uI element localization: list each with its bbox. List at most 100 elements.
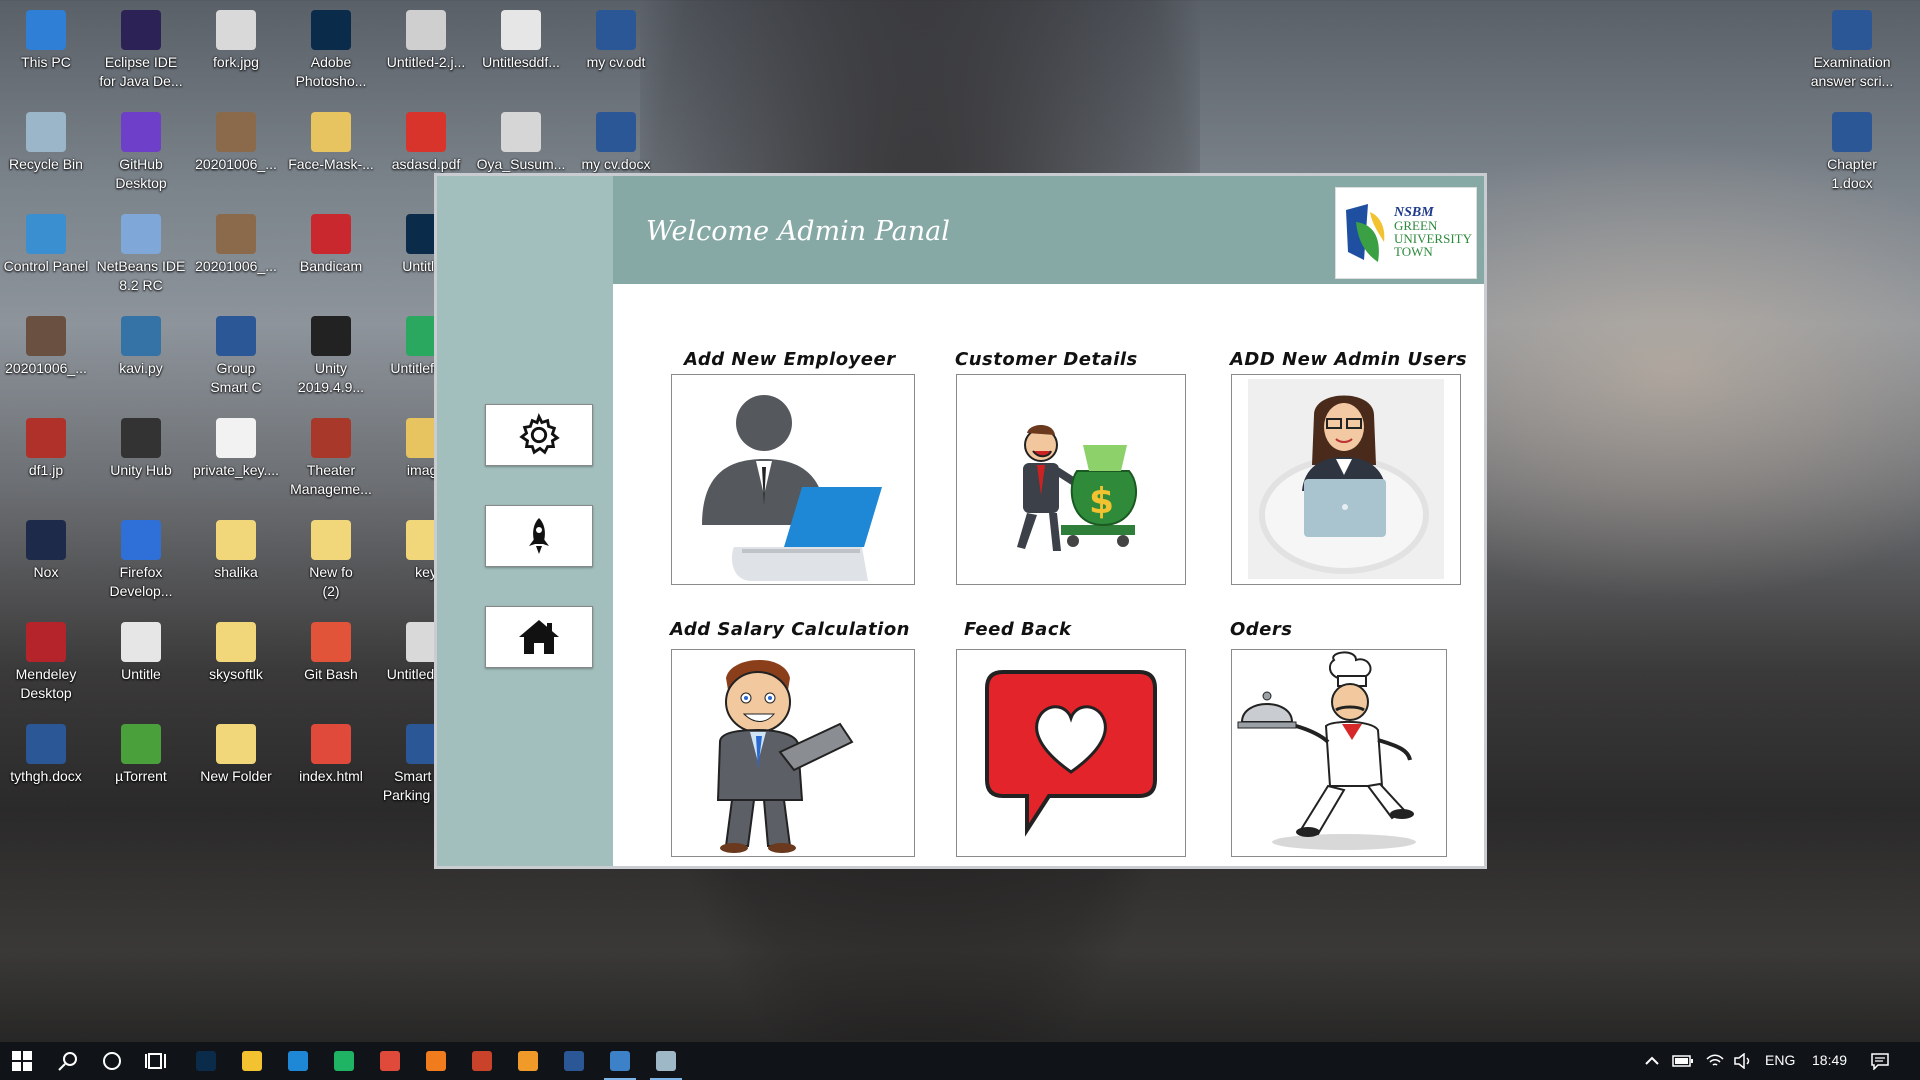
- file-icon: [596, 10, 636, 50]
- orders-card[interactable]: [1231, 649, 1447, 857]
- desktop-icon-examination-answer-scri[interactable]: Examination answer scri...: [1806, 6, 1898, 91]
- file-icon: [121, 520, 161, 560]
- desktop-icon-torrent[interactable]: µTorrent: [95, 720, 187, 786]
- clock[interactable]: 18:49: [1812, 1052, 1847, 1068]
- desktop-icon-skysoftlk[interactable]: skysoftlk: [190, 618, 282, 684]
- cortana-button[interactable]: [90, 1042, 134, 1080]
- desktop-icon-untitlesddf[interactable]: Untitlesddf...: [475, 6, 567, 72]
- home-button[interactable]: [485, 606, 593, 668]
- desktop-icon-new-fo-2[interactable]: New fo (2): [285, 516, 377, 601]
- language-indicator[interactable]: ENG: [1765, 1052, 1795, 1068]
- desktop-icon-eclipse-ide-for-java-de[interactable]: Eclipse IDE for Java De...: [95, 6, 187, 91]
- header: Welcome Admin Panal NSBM GREEN UNIVERSIT…: [613, 176, 1484, 284]
- desktop-icon-untitled-2-j[interactable]: Untitled-2.j...: [380, 6, 472, 72]
- file-icon: [216, 10, 256, 50]
- salary-calculation-card[interactable]: [671, 649, 915, 857]
- desktop-icon-20201006[interactable]: 20201006_...: [190, 210, 282, 276]
- battery-icon[interactable]: [1672, 1055, 1694, 1067]
- add-admin-card[interactable]: [1231, 374, 1461, 585]
- desktop-icon-recycle-bin[interactable]: Recycle Bin: [0, 108, 92, 174]
- chrome-icon: [380, 1051, 400, 1071]
- desktop-icon-github-desktop[interactable]: GitHub Desktop: [95, 108, 187, 193]
- desktop-icon-asdasd-pdf[interactable]: asdasd.pdf: [380, 108, 472, 174]
- taskbar-app-word[interactable]: [552, 1042, 596, 1080]
- file-icon: [121, 316, 161, 356]
- desktop-icon-label: df1.jp: [28, 462, 64, 478]
- clipboard-man-icon: [716, 659, 854, 853]
- feedback-title: Feed Back: [964, 619, 1072, 640]
- desktop-icon-untitle[interactable]: Untitle: [95, 618, 187, 684]
- desktop-icon-label: Git Bash: [304, 666, 358, 682]
- employee-laptop-icon: [702, 395, 882, 581]
- add-employee-title: Add New Employeer: [684, 349, 896, 370]
- wifi-icon[interactable]: [1705, 1053, 1725, 1069]
- desktop-icon-label: Mendeley Desktop: [15, 666, 77, 701]
- desktop-icon-chapter-1-docx[interactable]: Chapter 1.docx: [1806, 108, 1898, 193]
- desktop-icon-index-html[interactable]: index.html: [285, 720, 377, 786]
- desktop-icon-20201006[interactable]: 20201006_...: [190, 108, 282, 174]
- desktop-icon-face-mask[interactable]: Face-Mask-...: [285, 108, 377, 174]
- taskbar-app-xampp[interactable]: [414, 1042, 458, 1080]
- desktop-icon-label: 20201006_...: [195, 156, 277, 172]
- desktop-icon-df1-jp[interactable]: df1.jp: [0, 414, 92, 480]
- desktop-icon-label: 20201006_...: [195, 258, 277, 274]
- desktop-icon-private-key[interactable]: private_key....: [190, 414, 282, 480]
- desktop-icon-theater-manageme[interactable]: Theater Manageme...: [285, 414, 377, 499]
- desktop-icon-bandicam[interactable]: Bandicam: [285, 210, 377, 276]
- desktop-icon-label: Recycle Bin: [9, 156, 83, 172]
- taskbar-app-file-explorer[interactable]: [230, 1042, 274, 1080]
- desktop-icon-shalika[interactable]: shalika: [190, 516, 282, 582]
- file-icon: [311, 724, 351, 764]
- start-button[interactable]: [0, 1042, 44, 1080]
- desktop-icon-label: 20201006_...: [5, 360, 87, 376]
- svg-text:$: $: [1089, 481, 1114, 522]
- taskbar-app-virtualbox[interactable]: [598, 1042, 642, 1080]
- desktop-icon-mendeley-desktop[interactable]: Mendeley Desktop: [0, 618, 92, 703]
- file-icon: [121, 112, 161, 152]
- volume-icon[interactable]: [1733, 1053, 1753, 1069]
- taskbar-app-photoshop[interactable]: [184, 1042, 228, 1080]
- desktop-icon-netbeans-ide-8-2-rc[interactable]: NetBeans IDE 8.2 RC: [95, 210, 187, 295]
- desktop-icon-oya-susum[interactable]: Oya_Susum...: [475, 108, 567, 174]
- desktop-icon-tythgh-docx[interactable]: tythgh.docx: [0, 720, 92, 786]
- desktop-icon-adobe-photosho[interactable]: Adobe Photosho...: [285, 6, 377, 91]
- desktop-icon-unity-2019-4-9[interactable]: Unity 2019.4.9...: [285, 312, 377, 397]
- task-view-button[interactable]: [134, 1042, 178, 1080]
- notification-icon[interactable]: [1870, 1052, 1890, 1070]
- desktop-icon-nox[interactable]: Nox: [0, 516, 92, 582]
- taskbar-app-gitkraken[interactable]: [322, 1042, 366, 1080]
- desktop-icon-unity-hub[interactable]: Unity Hub: [95, 414, 187, 480]
- virtualbox-icon: [610, 1051, 630, 1071]
- taskbar-app-powerpoint[interactable]: [460, 1042, 504, 1080]
- file-icon: [26, 112, 66, 152]
- chevron-up-icon[interactable]: [1644, 1054, 1660, 1068]
- gitkraken-icon: [334, 1051, 354, 1071]
- desktop-icon-my-cv-docx[interactable]: my cv.docx: [570, 108, 662, 174]
- desktop-icon-control-panel[interactable]: Control Panel: [0, 210, 92, 276]
- desktop-icon-this-pc[interactable]: This PC: [0, 6, 92, 72]
- taskbar-app-mail[interactable]: [276, 1042, 320, 1080]
- add-employee-card[interactable]: [671, 374, 915, 585]
- search-button[interactable]: [46, 1042, 90, 1080]
- file-icon: [121, 10, 161, 50]
- desktop-icon-git-bash[interactable]: Git Bash: [285, 618, 377, 684]
- desktop-icon-group-smart-c[interactable]: Group Smart C: [190, 312, 282, 397]
- desktop-icon-fork-jpg[interactable]: fork.jpg: [190, 6, 282, 72]
- desktop-icon-label: Untitle: [121, 666, 161, 682]
- settings-button[interactable]: [485, 404, 593, 466]
- desktop-icon-my-cv-odt[interactable]: my cv.odt: [570, 6, 662, 72]
- file-icon: [216, 214, 256, 254]
- desktop-icon-firefox-develop[interactable]: Firefox Develop...: [95, 516, 187, 601]
- search-icon: [58, 1052, 77, 1071]
- taskbar-app-sublime[interactable]: [506, 1042, 550, 1080]
- desktop-icon-kavi-py[interactable]: kavi.py: [95, 312, 187, 378]
- customer-details-card[interactable]: $: [956, 374, 1186, 585]
- taskbar-app-chrome[interactable]: [368, 1042, 412, 1080]
- feedback-card[interactable]: [956, 649, 1186, 857]
- rocket-button[interactable]: [485, 505, 593, 567]
- desktop-icon-20201006[interactable]: 20201006_...: [0, 312, 92, 378]
- desktop-icon-new-folder[interactable]: New Folder: [190, 720, 282, 786]
- taskbar-app-app-window[interactable]: [644, 1042, 688, 1080]
- windows-start-icon: [12, 1051, 32, 1071]
- desktop-icon-label: shalika: [214, 564, 258, 580]
